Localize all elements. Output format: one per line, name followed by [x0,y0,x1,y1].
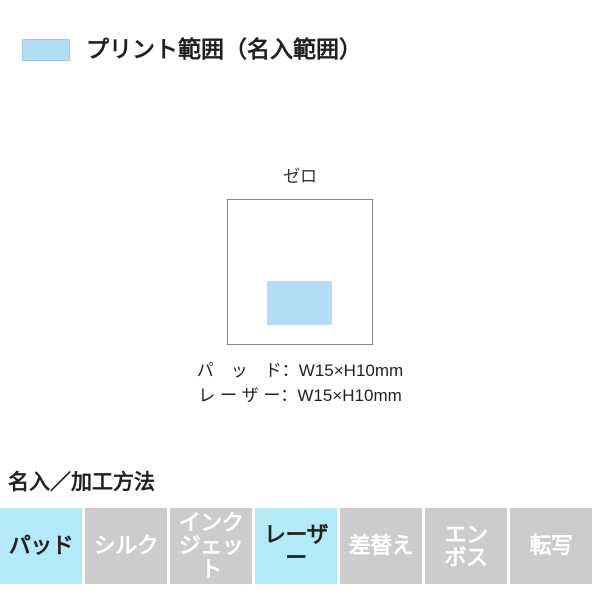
method-label-transfer: 転写 [529,533,573,559]
method-cell-emboss[interactable]: エン ボス [425,508,507,584]
spec-list: パ ッ ド：W15×H10mm レ ー ザ ー：W15×H10mm [0,359,600,408]
product-diagram: ゼロ パ ッ ド：W15×H10mm レ ー ザ ー：W15×H10mm [0,168,600,408]
methods-row: パッド シルク インク ジェット レーザー 差替え エン ボス 転写 [0,508,592,584]
legend: プリント範囲（名入範囲） [22,38,362,61]
method-cell-laser[interactable]: レーザー [255,508,337,584]
method-cell-silk[interactable]: シルク [85,508,167,584]
diagram-title: ゼロ [283,167,317,186]
method-label-pad: パッド [8,533,74,559]
method-cell-transfer[interactable]: 転写 [510,508,592,584]
product-outline-wrap [227,199,373,345]
methods-heading: 名入／加工方法 [8,471,155,494]
method-label-emboss: エン ボス [444,521,488,570]
legend-color-swatch [22,38,70,61]
method-cell-pad[interactable]: パッド [0,508,82,584]
method-label-laser: レーザー [263,521,329,570]
spec-line-laser: レ ー ザ ー：W15×H10mm [198,385,402,405]
method-cell-inkjet[interactable]: インク ジェット [170,508,252,584]
method-label-silk: シルク [93,533,159,559]
spec-line-pad: パ ッ ド：W15×H10mm [196,361,404,380]
method-cell-replace[interactable]: 差替え [340,508,422,584]
method-label-inkjet: インク ジェット [178,510,244,582]
legend-label: プリント範囲（名入範囲） [86,36,362,62]
print-area-rectangle [267,281,332,325]
method-label-replace: 差替え [348,533,414,559]
